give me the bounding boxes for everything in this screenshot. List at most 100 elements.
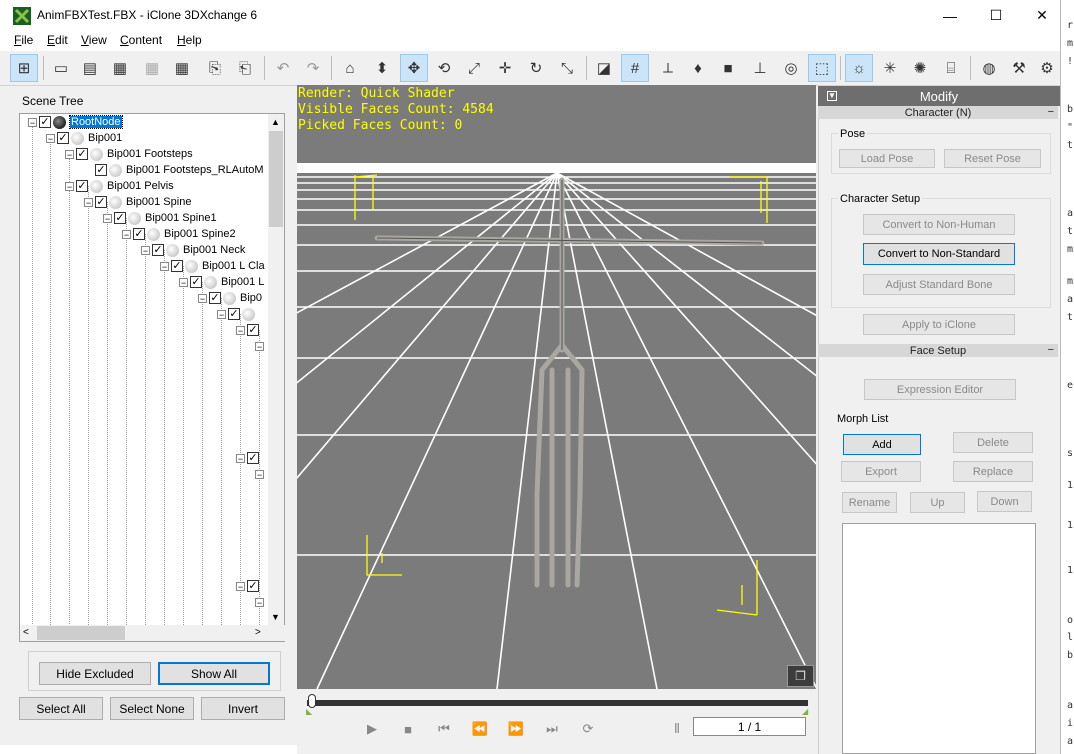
tree-node-finger-3[interactable]: − ✓ (236, 578, 261, 594)
tree-node-finger[interactable]: − ✓ (236, 322, 261, 338)
show-all-button[interactable]: Show All (158, 662, 270, 685)
collapse-icon[interactable]: − (84, 197, 93, 207)
visibility-checkbox[interactable]: ✓ (247, 580, 259, 592)
face-setup-section-header[interactable]: Face Setup − (818, 344, 1058, 357)
maximize-button[interactable]: ☐ (973, 0, 1019, 31)
visibility-checkbox[interactable]: ✓ (171, 260, 183, 272)
collapse-icon[interactable]: − (255, 597, 264, 607)
globe-icon[interactable]: ◎ (777, 54, 805, 82)
collapse-icon[interactable]: − (236, 581, 245, 591)
tree-node-pelvis[interactable]: − ✓ Bip001 Pelvis (65, 178, 174, 194)
collapse-icon[interactable]: − (103, 213, 112, 223)
tree-vertical-scroll-thumb[interactable] (269, 131, 283, 227)
pan-icon[interactable]: ✛ (491, 54, 519, 82)
orbit-icon[interactable]: ↻ (522, 54, 550, 82)
timeline-track[interactable] (307, 700, 808, 706)
frame-icon[interactable]: ⬚ (808, 54, 836, 82)
collapse-icon[interactable]: − (46, 133, 55, 143)
convert-non-standard-button[interactable]: Convert to Non-Standard (863, 243, 1015, 265)
menu-file[interactable]: File (14, 33, 33, 47)
export-icon[interactable]: ⎘ (201, 54, 229, 82)
tree-node-l-hand[interactable]: − ✓ (217, 306, 259, 322)
tree-node-finger-2[interactable]: − ✓ (236, 450, 261, 466)
visibility-checkbox[interactable]: ✓ (152, 244, 164, 256)
next-frame-icon[interactable]: ⏭ (542, 720, 562, 738)
play-icon[interactable]: ▶ (362, 720, 382, 738)
minimize-button[interactable]: — (927, 0, 973, 31)
delete-morph-button[interactable]: Delete (953, 432, 1033, 453)
import-icon[interactable]: ▤ (76, 54, 104, 82)
visibility-checkbox[interactable]: ✓ (39, 116, 51, 128)
collapse-icon[interactable]: − (179, 277, 188, 287)
visibility-checkbox[interactable]: ✓ (76, 148, 88, 160)
tree-node-rootnode[interactable]: − ✓ RootNode (28, 114, 123, 130)
stage-icon[interactable]: ⊥ (746, 54, 774, 82)
collapse-icon[interactable]: − (236, 325, 245, 335)
convert-non-human-button[interactable]: Convert to Non-Human (863, 214, 1015, 235)
collapse-icon[interactable]: − (65, 149, 74, 159)
tree-node-neck[interactable]: − ✓ Bip001 Neck (141, 242, 245, 258)
bvh-icon[interactable]: ▦ (138, 54, 166, 82)
scroll-left-icon[interactable]: < (23, 627, 29, 638)
restore-view-icon[interactable]: ❐ (787, 665, 814, 687)
collapse-section-icon[interactable]: − (1048, 344, 1054, 356)
scene-tree-icon[interactable]: ⊞ (10, 54, 38, 82)
collapse-icon[interactable]: − (141, 245, 150, 255)
loop-icon[interactable]: ⟳ (578, 720, 598, 738)
tree-node-footsteps[interactable]: − ✓ Bip001 Footsteps (65, 146, 193, 162)
morph-list[interactable] (842, 523, 1036, 754)
tree-node-l-upperarm[interactable]: − ✓ Bip001 L (179, 274, 264, 290)
undo-icon[interactable]: ↶ (269, 54, 297, 82)
select-none-button[interactable]: Select None (110, 697, 194, 720)
scroll-right-icon[interactable]: > (255, 627, 261, 638)
visibility-checkbox[interactable]: ✓ (190, 276, 202, 288)
rename-morph-button[interactable]: Rename (842, 492, 897, 513)
tree-node-bip001[interactable]: − ✓ Bip001 (46, 130, 122, 146)
rewind-icon[interactable]: ⏪ (470, 720, 490, 738)
tree-node-footsteps-rlautom[interactable]: ✓ Bip001 Footsteps_RLAutoM (95, 162, 264, 178)
menu-edit[interactable]: Edit (47, 33, 68, 47)
menu-view[interactable]: View (81, 33, 107, 47)
stop-icon[interactable]: ■ (398, 720, 418, 738)
axis-icon[interactable]: ⟂ (654, 54, 682, 82)
shading-icon[interactable]: ◪ (590, 54, 618, 82)
adjust-standard-bone-button[interactable]: Adjust Standard Bone (863, 274, 1015, 295)
visibility-checkbox[interactable]: ✓ (57, 132, 69, 144)
obj-icon[interactable]: ▦ (168, 54, 196, 82)
load-pose-button[interactable]: Load Pose (839, 149, 935, 168)
collapse-icon[interactable]: − (217, 309, 226, 319)
visibility-checkbox[interactable]: ✓ (209, 292, 221, 304)
select-all-button[interactable]: Select All (19, 697, 103, 720)
fbx-icon[interactable]: ▦ (106, 54, 134, 82)
close-button[interactable]: ✕ (1019, 0, 1065, 31)
visibility-checkbox[interactable]: ✓ (95, 196, 107, 208)
tree-node-l-clavicle[interactable]: − ✓ Bip001 L Cla (160, 258, 265, 274)
visibility-checkbox[interactable]: ✓ (133, 228, 145, 240)
wrench-icon[interactable]: ⚒ (1005, 54, 1033, 82)
tree-horizontal-scroll-thumb[interactable] (37, 626, 125, 640)
rotate-icon[interactable]: ⟲ (430, 54, 458, 82)
export-alt-icon[interactable]: ⎗ (231, 54, 259, 82)
tree-node-spine1[interactable]: − ✓ Bip001 Spine1 (103, 210, 217, 226)
collapse-section-icon[interactable]: − (1048, 106, 1054, 118)
visibility-checkbox[interactable]: ✓ (95, 164, 107, 176)
visibility-checkbox[interactable]: ✓ (247, 452, 259, 464)
tree-node-spine[interactable]: − ✓ Bip001 Spine (84, 194, 191, 210)
collapse-icon[interactable]: − (236, 453, 245, 463)
apply-to-iclone-button[interactable]: Apply to iClone (863, 314, 1015, 335)
library-icon[interactable]: ⌸ (937, 54, 965, 82)
collapse-icon[interactable]: − (160, 261, 169, 271)
light-bulb-icon[interactable]: ♦ (684, 54, 712, 82)
move-down-button[interactable]: Down (977, 491, 1032, 512)
move-icon[interactable]: ✥ (400, 54, 428, 82)
visibility-checkbox[interactable]: ✓ (114, 212, 126, 224)
timeline-scrubber[interactable] (308, 694, 316, 708)
invert-button[interactable]: Invert (201, 697, 285, 720)
visibility-checkbox[interactable]: ✓ (76, 180, 88, 192)
tree-node-l-forearm[interactable]: − ✓ Bip0 (198, 290, 262, 306)
scroll-down-icon[interactable]: ▼ (271, 612, 280, 622)
light-icon[interactable]: ☼ (845, 54, 873, 82)
pick-icon[interactable]: ⤢ (460, 54, 488, 82)
collapse-icon[interactable]: − (198, 293, 207, 303)
collapse-panel-icon[interactable]: ▼ (827, 91, 837, 101)
